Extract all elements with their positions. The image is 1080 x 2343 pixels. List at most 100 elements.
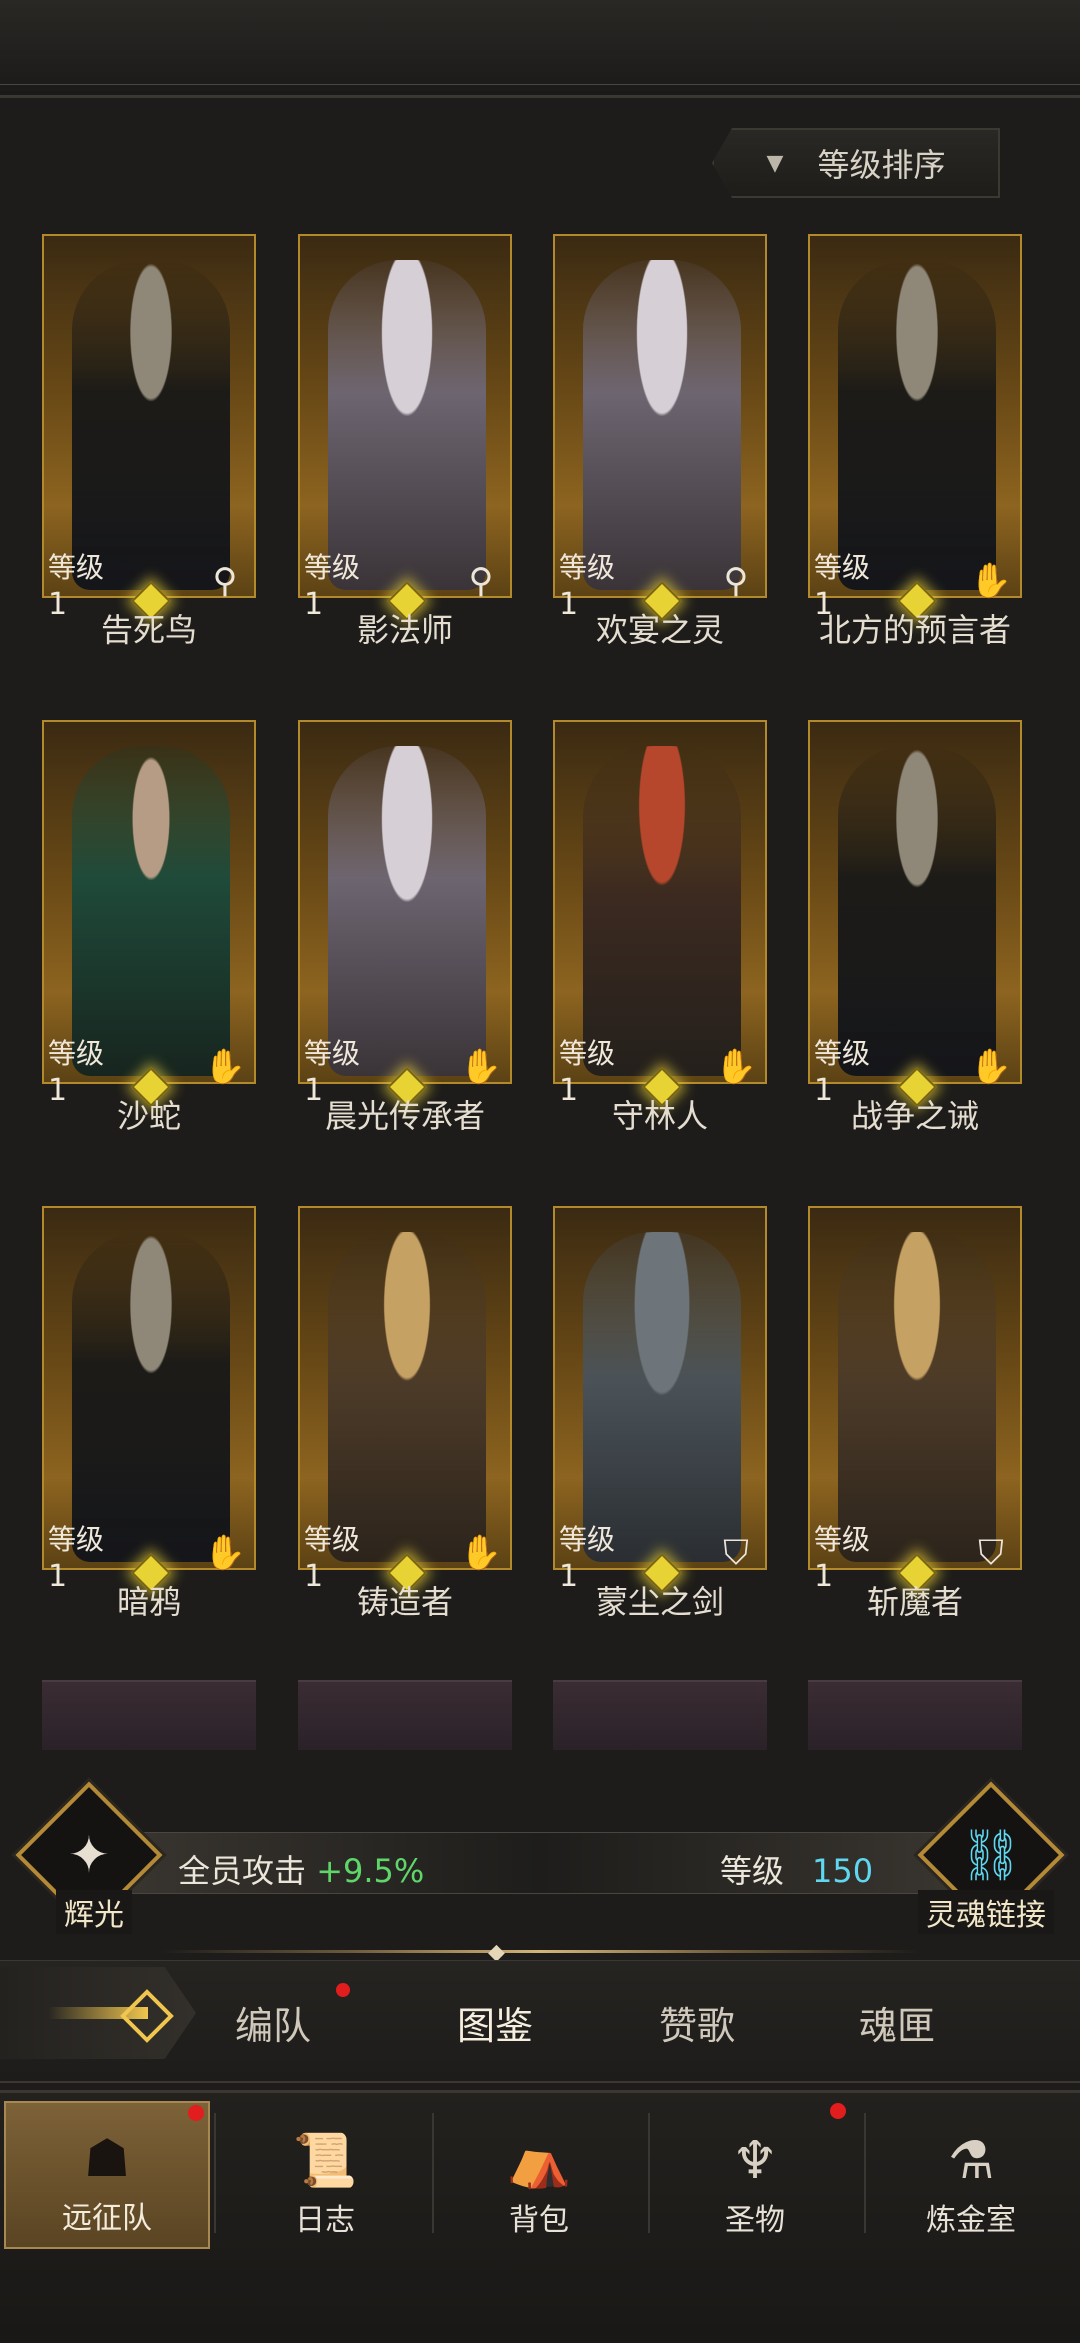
divider — [160, 1950, 920, 1953]
level-label: 等级 — [559, 551, 616, 584]
hero-card-forger[interactable]: 等级 1 ✋ 铸造者 — [288, 1206, 522, 1618]
attack-label: 全员攻击 — [178, 1852, 307, 1890]
team-attack-bonus: 全员攻击 +9.5% — [178, 1846, 424, 1892]
back-button[interactable] — [0, 1967, 196, 2059]
nav-label: 炼金室 — [926, 2203, 1016, 2238]
palm-icon: ✋ — [459, 1047, 503, 1087]
level-label: 等级 — [559, 1037, 616, 1070]
nav-relics[interactable]: ♆ 圣物 — [652, 2101, 858, 2249]
level-label: 等级 — [304, 1037, 361, 1070]
hero-name: 晨光传承者 — [324, 1097, 485, 1135]
level-label: 等级 — [304, 1523, 361, 1556]
hero-card-sand-snake[interactable]: 等级 1 ✋ 沙蛇 — [32, 720, 266, 1132]
hero-name: 暗鸦 — [116, 1583, 181, 1621]
level-label: 等级 — [304, 551, 361, 584]
nav-label: 背包 — [509, 2203, 569, 2238]
hero-name: 影法师 — [356, 611, 453, 649]
hero-name: 战争之诫 — [850, 1097, 979, 1135]
hero-name: 欢宴之灵 — [595, 611, 724, 649]
hero-card-forest-keeper[interactable]: 等级 1 ✋ 守林人 — [543, 720, 777, 1132]
level-label: 等级 — [48, 1037, 105, 1070]
tab-codex[interactable]: 图鉴 — [410, 1995, 580, 2050]
level-label: 等级 — [48, 1523, 105, 1556]
soul-link-emblem[interactable]: ⛓ 灵魂链接 — [917, 1781, 1065, 1934]
nav-journal[interactable]: 📜 日志 — [222, 2101, 428, 2249]
nav-label: 远征队 — [62, 2201, 152, 2236]
level-label: 等级 — [814, 551, 871, 584]
hero-card-feast-spirit[interactable]: 等级 1 ⚲ 欢宴之灵 — [543, 234, 777, 646]
palm-icon: ✋ — [203, 1047, 247, 1087]
level-label: 等级 — [814, 1523, 871, 1556]
hero-portrait — [553, 720, 767, 1084]
hero-card-war-precept[interactable]: 等级 1 ✋ 战争之诫 — [798, 720, 1032, 1132]
palm-icon: ✋ — [714, 1047, 758, 1087]
sort-by-level-button[interactable]: ▼ 等级排序 — [712, 128, 1000, 198]
radiance-emblem[interactable]: ✦ 辉光 — [15, 1781, 163, 1934]
hero-name: 告死鸟 — [100, 611, 197, 649]
staff-icon: ⚲ — [723, 561, 749, 601]
hero-name: 斩魔者 — [866, 1583, 963, 1621]
nav-alchemy[interactable]: ⚗ 炼金室 — [868, 2101, 1074, 2249]
palm-icon: ✋ — [459, 1533, 503, 1573]
sub-tabs: 编队 图鉴 赞歌 魂匣 — [0, 1960, 1080, 2083]
nav-expedition[interactable]: ☗ 远征队 — [4, 2101, 210, 2249]
shield-icon: ⛉ — [978, 1533, 1004, 1573]
hero-portrait — [42, 1206, 256, 1570]
hero-card-partial[interactable] — [298, 1680, 512, 1750]
hero-name: 铸造者 — [356, 1583, 453, 1621]
tab-formation[interactable]: 编队 — [188, 1995, 358, 2050]
nav-backpack[interactable]: ⛺ 背包 — [436, 2101, 642, 2249]
hero-name: 北方的预言者 — [818, 611, 1011, 649]
tab-hymn[interactable]: 赞歌 — [612, 1995, 782, 2050]
notification-dot — [336, 1983, 350, 1997]
hero-portrait — [808, 234, 1022, 598]
collection-bonus-bar: ✦ 辉光 全员攻击 +9.5% 等级 150 ⛓ 灵魂链接 — [0, 1781, 1080, 1934]
tab-soul-box[interactable]: 魂匣 — [812, 1995, 982, 2050]
dropdown-arrow-icon: ▼ — [766, 150, 784, 176]
hero-portrait — [553, 234, 767, 598]
attack-value: +9.5% — [316, 1852, 425, 1890]
level-value: 150 — [812, 1852, 874, 1890]
alchemy-icon: ⚗ — [947, 2131, 995, 2191]
scroll-icon: 📜 — [292, 2131, 358, 2191]
staff-icon: ⚲ — [468, 561, 494, 601]
link-icon: ⛓ — [959, 1825, 1023, 1884]
top-frame — [0, 0, 1080, 98]
hero-card-dusty-sword[interactable]: 等级 1 ⛉ 蒙尘之剑 — [543, 1206, 777, 1618]
hero-card-dark-raven[interactable]: 等级 1 ✋ 暗鸦 — [32, 1206, 266, 1618]
hero-card-death-bird[interactable]: 等级 1 ⚲ 告死鸟 — [32, 234, 266, 646]
bag-icon: ⛺ — [506, 2131, 572, 2191]
hero-portrait — [298, 234, 512, 598]
palm-icon: ✋ — [969, 561, 1013, 601]
hero-card-partial[interactable] — [553, 1680, 767, 1750]
hero-card-shadow-mage[interactable]: 等级 1 ⚲ 影法师 — [288, 234, 522, 646]
hero-card-partial[interactable] — [808, 1680, 1022, 1750]
staff-icon: ⚲ — [212, 561, 238, 601]
palm-icon: ✋ — [203, 1533, 247, 1573]
hero-portrait — [808, 1206, 1022, 1570]
hero-name: 沙蛇 — [116, 1097, 181, 1135]
notification-dot — [188, 2105, 204, 2121]
hero-card-dawn-heir[interactable]: 等级 1 ✋ 晨光传承者 — [288, 720, 522, 1132]
radiance-icon: ✦ — [68, 1826, 110, 1884]
hero-portrait — [808, 720, 1022, 1084]
level-label: 等级 — [559, 1523, 616, 1556]
hero-portrait — [42, 720, 256, 1084]
horned-helmet-icon: ☗ — [83, 2129, 131, 2189]
soul-link-level: 等级 150 — [720, 1846, 873, 1892]
level-label: 等级 — [720, 1852, 785, 1890]
level-label: 等级 — [814, 1037, 871, 1070]
hero-name: 蒙尘之剑 — [595, 1583, 724, 1621]
nav-label: 圣物 — [725, 2203, 785, 2238]
hero-card-demon-slayer[interactable]: 等级 1 ⛉ 斩魔者 — [798, 1206, 1032, 1618]
chalice-icon: ♆ — [731, 2131, 779, 2191]
hero-card-partial[interactable] — [42, 1680, 256, 1750]
hero-portrait — [298, 1206, 512, 1570]
hero-name: 守林人 — [611, 1097, 708, 1135]
shield-icon: ⛉ — [723, 1533, 749, 1573]
hero-portrait — [298, 720, 512, 1084]
sort-label: 等级排序 — [817, 146, 946, 184]
hero-card-northern-seer[interactable]: 等级 1 ✋ 北方的预言者 — [798, 234, 1032, 646]
level-label: 等级 — [48, 551, 105, 584]
diamond-icon — [120, 1989, 174, 2043]
